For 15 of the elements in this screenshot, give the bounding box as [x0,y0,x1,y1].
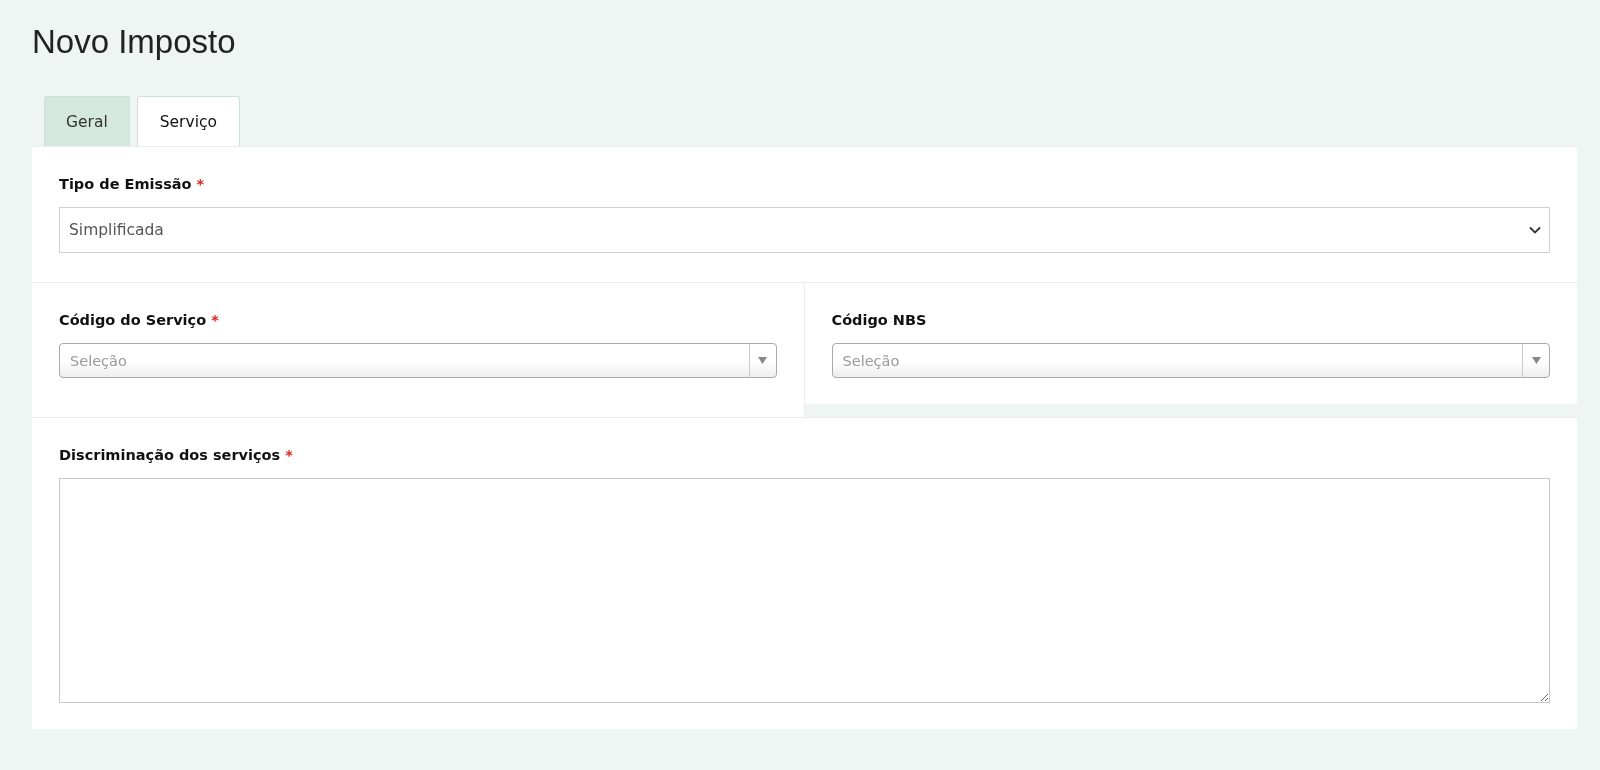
required-marker: * [211,312,219,328]
select-field[interactable]: Simplificada [59,207,1550,253]
triangle-down-icon [1531,357,1541,364]
required-marker: * [196,176,205,192]
triangle-down-icon [758,357,767,364]
chevron-down-icon [1529,226,1541,234]
page-title: Novo Imposto [32,22,237,62]
tab[interactable]: Geral [44,96,130,146]
text-area[interactable] [59,478,1550,703]
field-label: Discriminação dos serviços [59,447,281,463]
field-label: Tipo de Emissão [59,176,192,192]
required-marker: * [285,447,293,463]
tab[interactable]: Serviço [136,96,240,146]
field-label: Código NBS [831,312,927,328]
field-label: Código do Serviço [59,312,207,328]
